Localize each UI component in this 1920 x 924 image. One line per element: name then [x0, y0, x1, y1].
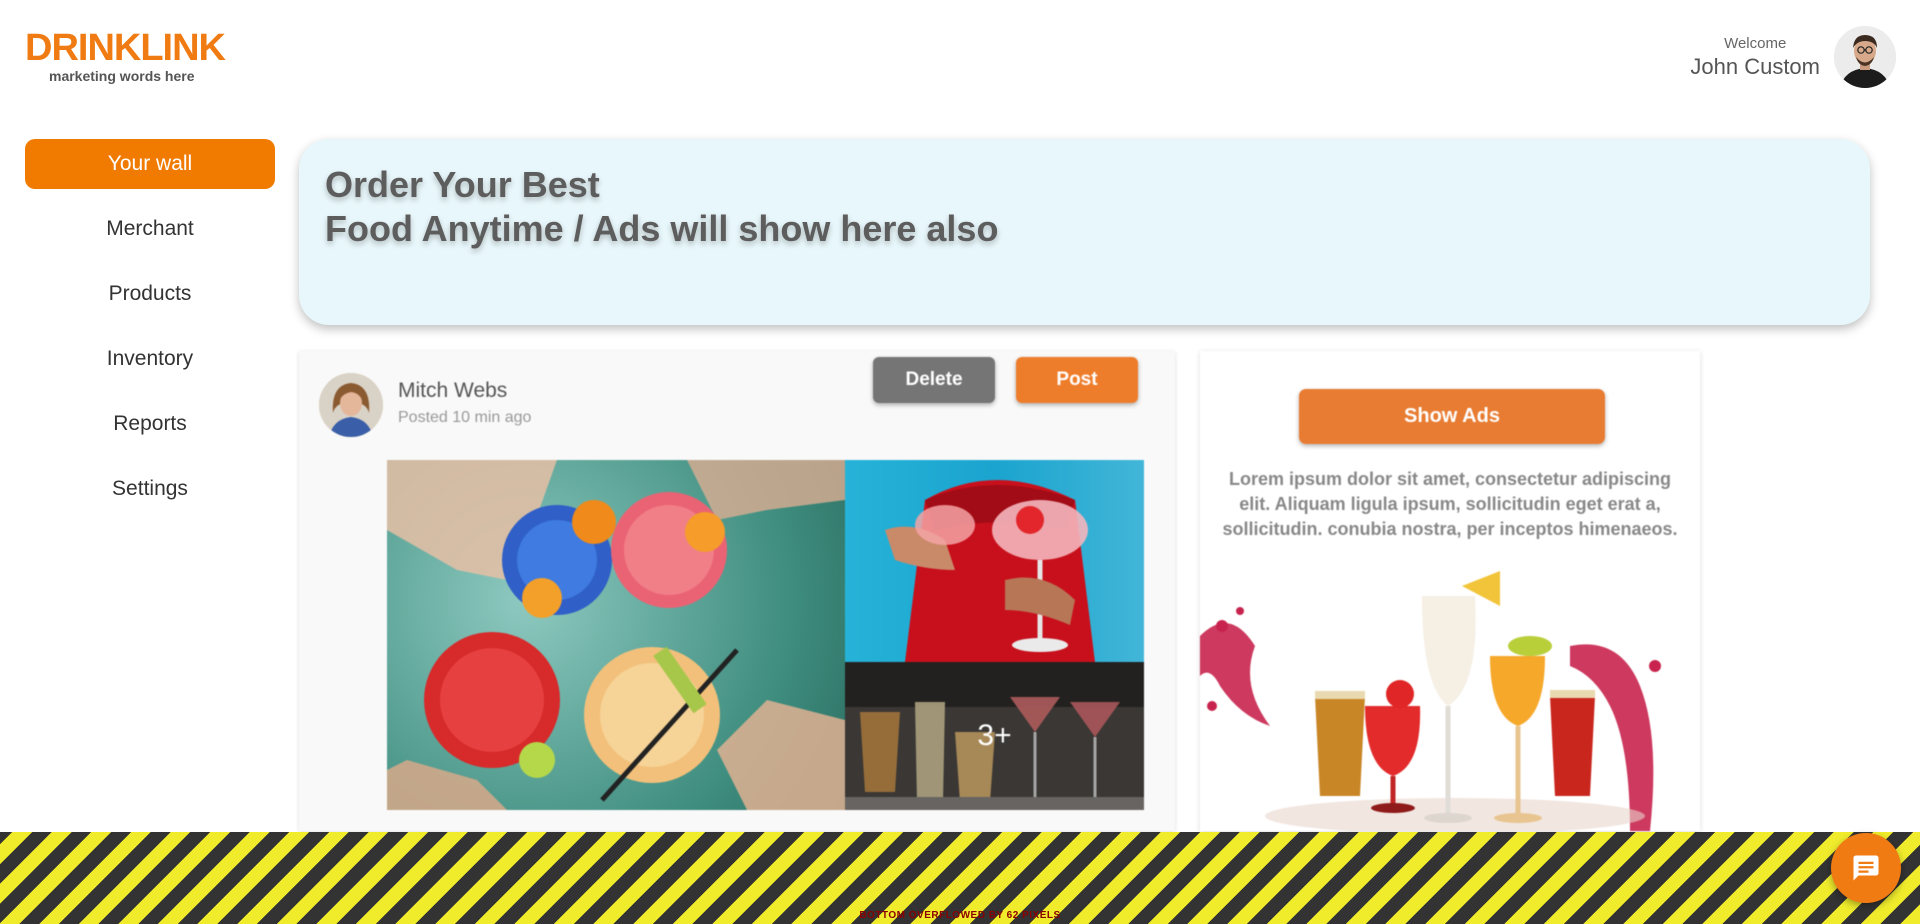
poster-avatar-image [319, 373, 383, 437]
ads-card: Show Ads Lorem ipsum dolor sit amet, con… [1200, 351, 1700, 831]
ads-description: Lorem ipsum dolor sit amet, consectetur … [1222, 469, 1678, 539]
ad-banner: Order Your Best Food Anytime / Ads will … [299, 139, 1870, 325]
cocktails-photo [387, 460, 845, 810]
post-photo-grid[interactable]: 3+ [387, 460, 1144, 810]
user-profile[interactable]: Welcome John Custom [1690, 26, 1896, 88]
user-avatar-image [1834, 26, 1896, 88]
sidebar-item-your-wall[interactable]: Your wall [25, 139, 275, 189]
welcome-label: Welcome [1724, 34, 1787, 52]
post-photo-more[interactable]: 3+ [845, 662, 1144, 810]
brand-title: DRINKLINK [25, 27, 226, 69]
poster-avatar [319, 373, 383, 437]
brand-tagline: marketing words here [49, 68, 195, 84]
sidebar-item-merchant[interactable]: Merchant [25, 204, 275, 254]
post-timestamp: Posted 10 min ago [398, 409, 532, 426]
sidebar-item-reports[interactable]: Reports [25, 399, 275, 449]
post-card: Mitch Webs Posted 10 min ago Delete Post [299, 351, 1175, 831]
woman-drink-photo [885, 480, 1095, 662]
more-photos-count: 3+ [845, 662, 1144, 810]
overflow-warning-text: BOTTOM OVERFLOWED BY 62 PIXELS [859, 910, 1061, 921]
cocktails-ad-image [1200, 571, 1661, 831]
show-ads-button[interactable]: Show Ads [1299, 389, 1605, 444]
sidebar-item-products[interactable]: Products [25, 269, 275, 319]
banner-line-1: Order Your Best [325, 164, 600, 205]
poster-name[interactable]: Mitch Webs [398, 379, 507, 403]
post-button[interactable]: Post [1016, 357, 1138, 403]
user-avatar[interactable] [1834, 26, 1896, 88]
sidebar-item-settings[interactable]: Settings [25, 464, 275, 514]
user-text: Welcome John Custom [1690, 35, 1820, 80]
delete-button[interactable]: Delete [873, 357, 995, 403]
chat-icon [1853, 855, 1879, 881]
chat-button[interactable] [1831, 833, 1901, 903]
banner-line-2: Food Anytime / Ads will show here also [325, 208, 999, 249]
sidebar-nav: Your wall Merchant Products Inventory Re… [25, 139, 275, 529]
sidebar-item-inventory[interactable]: Inventory [25, 334, 275, 384]
overflow-warning-stripes: BOTTOM OVERFLOWED BY 62 PIXELS [0, 832, 1920, 924]
post-photo-main[interactable] [387, 460, 845, 810]
logo: DRINKLINK marketing words here [25, 26, 226, 84]
user-name: John Custom [1690, 53, 1820, 79]
post-photo-top[interactable] [845, 460, 1144, 662]
